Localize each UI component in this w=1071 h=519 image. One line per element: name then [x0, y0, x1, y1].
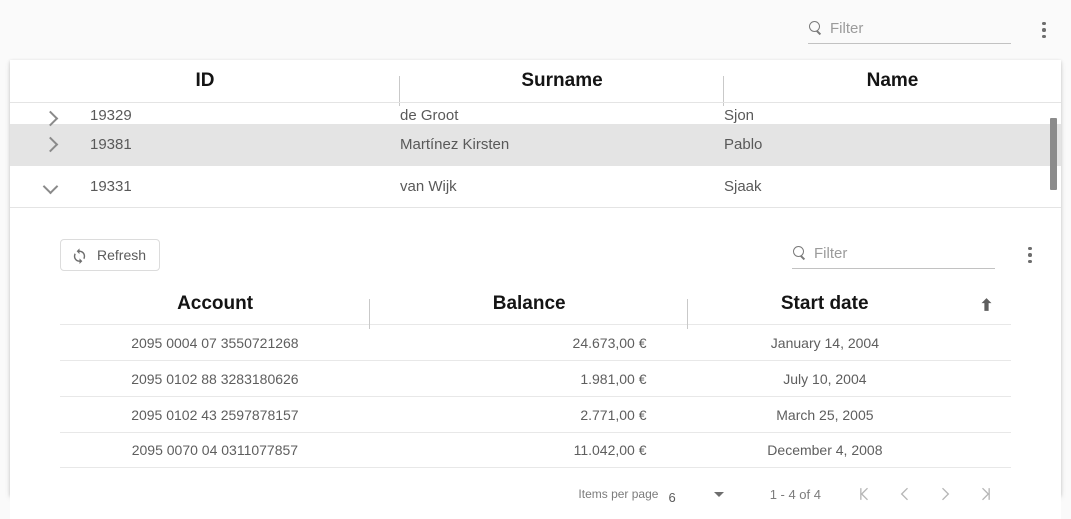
- refresh-button[interactable]: Refresh: [60, 239, 161, 271]
- cell-balance: 24.673,00 €: [572, 334, 647, 351]
- outer-filter-input[interactable]: [830, 20, 1011, 38]
- items-per-page-select[interactable]: 6: [668, 483, 724, 505]
- cell-id: 19331: [90, 178, 132, 195]
- dot: [1042, 28, 1046, 32]
- outer-card: ID Surname Name 19329 de Groot Sjon 1938…: [10, 60, 1061, 519]
- expand-toggle[interactable]: [10, 136, 90, 153]
- cell-name: Sjon: [724, 107, 755, 124]
- app-root: ID Surname Name 19329 de Groot Sjon: [0, 0, 1071, 519]
- chevron-right-icon: [42, 136, 58, 153]
- refresh-button-label: Refresh: [97, 247, 147, 263]
- cell-surname: van Wijk: [400, 178, 457, 195]
- dot: [1042, 34, 1046, 39]
- dot: [1042, 21, 1046, 26]
- first-page-icon: [855, 484, 875, 504]
- dot: [1028, 259, 1032, 264]
- last-page-icon: [975, 484, 995, 504]
- page-range-label: 1 - 4 of 4: [769, 486, 821, 502]
- column-header-id-label: ID: [195, 70, 215, 91]
- column-header-balance-label: Balance: [492, 293, 566, 314]
- cell-account: 2095 0102 88 3283180626: [131, 370, 299, 387]
- pagination-buttons: [849, 478, 1001, 510]
- cell-account: 2095 0004 07 3550721268: [131, 334, 299, 351]
- column-header-name[interactable]: Name: [724, 70, 1061, 92]
- expanded-detail-panel: Refresh Account: [10, 226, 1061, 519]
- chevron-left-icon: [895, 484, 915, 504]
- inner-table: Account Balance Start date 2095 0004 07 …: [60, 284, 1011, 468]
- cell-balance: 2.771,00 €: [580, 406, 647, 423]
- items-per-page-label: Items per page: [578, 487, 659, 501]
- previous-page-button[interactable]: [889, 478, 921, 510]
- inner-table-header: Account Balance Start date: [60, 284, 1011, 329]
- items-per-page-value: 6: [668, 490, 676, 505]
- cell-balance: 11.042,00 €: [573, 442, 647, 458]
- column-header-account-label: Account: [177, 293, 254, 314]
- cell-balance: 1.981,00 €: [580, 370, 647, 387]
- chevron-right-icon: [935, 484, 955, 504]
- inner-filter-input[interactable]: [814, 245, 995, 263]
- dot: [1028, 246, 1032, 251]
- last-page-button[interactable]: [969, 478, 1001, 510]
- column-header-surname[interactable]: Surname: [400, 70, 724, 106]
- expand-toggle[interactable]: [10, 110, 90, 127]
- cell-surname: Martínez Kirsten: [400, 136, 510, 153]
- vertical-scrollbar[interactable]: [1050, 118, 1057, 190]
- table-row[interactable]: 2095 0102 88 3283180626 1.981,00 € July …: [60, 360, 1011, 396]
- first-page-button[interactable]: [849, 478, 881, 510]
- cell-start-date: March 25, 2005: [776, 406, 874, 423]
- chevron-down-icon: [42, 178, 58, 195]
- arrow-upward-icon: [978, 296, 995, 313]
- cell-start-date: July 10, 2004: [783, 370, 867, 387]
- sort-toggle[interactable]: [961, 296, 1011, 313]
- outer-table-scroll-viewport: 19329 de Groot Sjon 19381 Martínez Kirst…: [10, 102, 1061, 226]
- cell-start-date: December 4, 2008: [767, 442, 883, 458]
- paginator: Items per page 6 1 - 4 of 4: [10, 468, 1061, 519]
- column-header-start-date-label: Start date: [780, 293, 869, 314]
- chevron-right-icon: [42, 110, 58, 127]
- cell-account: 2095 0102 43 2597878157: [131, 406, 299, 423]
- table-row[interactable]: 19381 Martínez Kirsten Pablo: [10, 124, 1061, 166]
- outer-filter-field[interactable]: [808, 16, 1011, 44]
- cell-surname: de Groot: [400, 107, 459, 124]
- next-page-button[interactable]: [929, 478, 961, 510]
- cell-id: 19381: [90, 136, 132, 153]
- dot: [1028, 253, 1032, 257]
- table-row[interactable]: 2095 0070 04 0311077857 11.042,00 € Dece…: [60, 432, 1011, 468]
- search-icon: [808, 21, 823, 36]
- inner-filter-field[interactable]: [792, 241, 995, 269]
- outer-table-header: ID Surname Name: [10, 60, 1061, 106]
- column-header-account[interactable]: Account: [60, 293, 371, 329]
- cell-start-date: January 14, 2004: [770, 334, 879, 351]
- table-row[interactable]: 19331 van Wijk Sjaak: [10, 166, 1061, 208]
- column-header-balance[interactable]: Balance: [370, 293, 689, 329]
- column-header-surname-label: Surname: [521, 70, 603, 91]
- table-row[interactable]: 2095 0102 43 2597878157 2.771,00 € March…: [60, 396, 1011, 432]
- inner-toolbar: Refresh: [10, 226, 1061, 284]
- collapse-toggle[interactable]: [10, 178, 90, 195]
- column-header-id[interactable]: ID: [10, 70, 400, 106]
- cell-name: Pablo: [724, 136, 763, 153]
- cell-id: 19329: [90, 107, 132, 124]
- outer-more-vert-icon[interactable]: [1031, 13, 1057, 47]
- outer-toolbar: [0, 0, 1071, 60]
- search-icon: [792, 246, 807, 261]
- column-header-start-date[interactable]: Start date: [688, 293, 961, 315]
- cell-name: Sjaak: [724, 178, 762, 195]
- table-row[interactable]: 19329 de Groot Sjon: [10, 103, 1061, 127]
- table-row[interactable]: 2095 0004 07 3550721268 24.673,00 € Janu…: [60, 324, 1011, 360]
- inner-more-vert-icon[interactable]: [1017, 238, 1043, 272]
- column-header-name-label: Name: [866, 70, 919, 91]
- sync-icon: [71, 247, 88, 264]
- chevron-down-icon: [713, 491, 724, 497]
- cell-account: 2095 0070 04 0311077857: [131, 442, 299, 458]
